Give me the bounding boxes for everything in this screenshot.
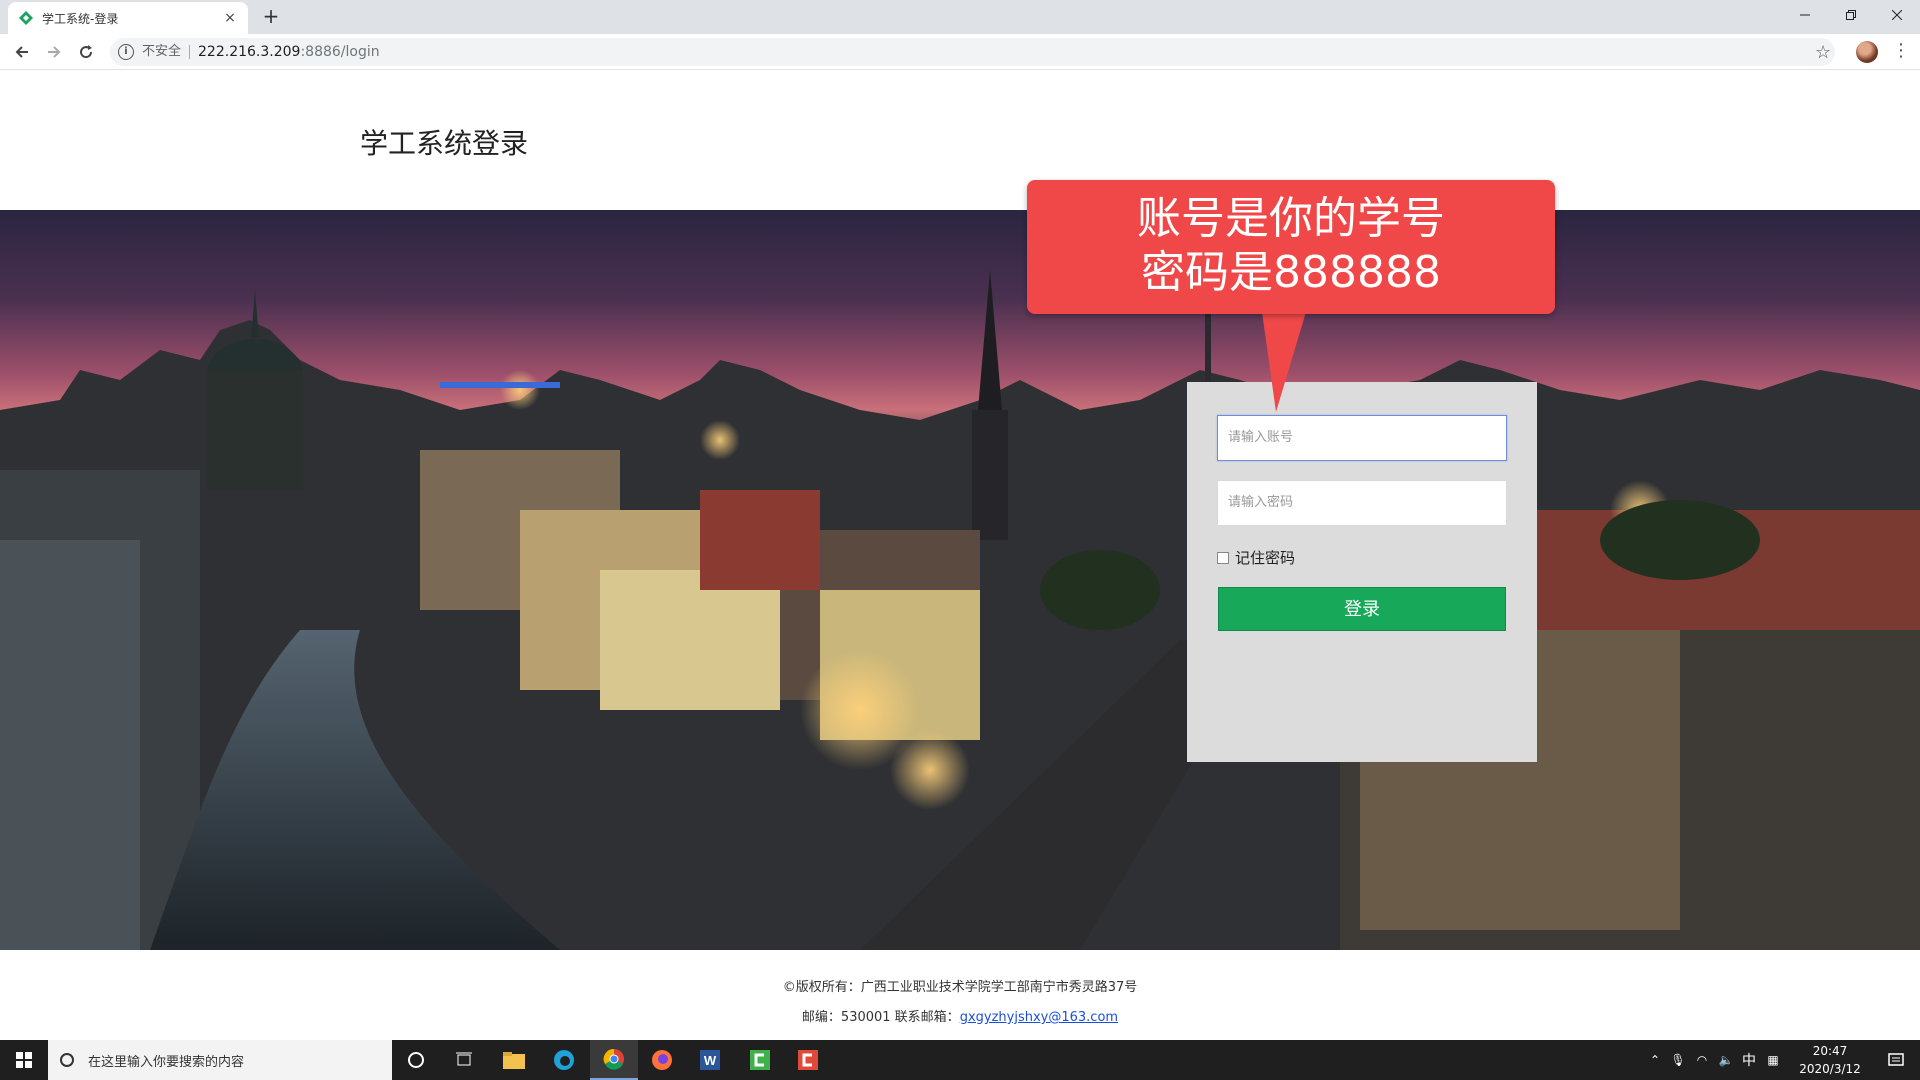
taskbar-chrome[interactable] [590,1040,638,1080]
remember-password-checkbox[interactable] [1217,551,1229,564]
edge-browser-icon [554,1050,574,1070]
callout-bubble: 账号是你的学号 密码是888888 [1027,180,1555,314]
url-host: 222.216.3.209 [198,44,301,60]
windows-logo-icon [16,1052,32,1068]
callout-line-1: 账号是你的学号 [1137,193,1445,244]
address-bar[interactable]: i 不安全 222.216.3.209 :8886/login [110,38,1835,66]
url-path: :8886/login [300,44,380,60]
clock-time: 20:47 [1812,1044,1848,1058]
site-favicon-icon [19,11,33,25]
page-footer: ©版权所有：广西工业职业技术学院学工部南宁市秀灵路37号 邮编：530001 联… [0,950,1920,1040]
word-app-icon: W [700,1050,720,1070]
forward-button[interactable] [42,40,66,64]
callout-line-2: 密码是888888 [1141,247,1441,298]
close-window-button[interactable] [1874,0,1920,30]
volume-icon[interactable]: 🔈 [1714,1053,1738,1067]
camtasia-app-icon [750,1050,770,1070]
cortana-circle-icon [408,1052,424,1068]
remember-password-label: 记住密码 [1235,549,1296,567]
tab-close-icon[interactable]: × [222,10,238,26]
footer-email-link[interactable]: gxgyzhyjshxy@163.com [960,1010,1118,1025]
taskbar-camtasia[interactable] [736,1040,784,1080]
taskbar-clock[interactable]: 20:47 2020/3/12 [1790,1042,1870,1078]
city-skyline-illustration [0,270,1920,950]
login-button[interactable]: 登录 [1218,587,1506,631]
svg-text:W: W [704,1053,717,1068]
action-center-button[interactable] [1872,1040,1920,1080]
reload-button[interactable] [74,40,98,64]
browser-tab-strip: 学工系统-登录 × + [0,0,1920,34]
arrow-right-icon [48,46,61,58]
cortana-button[interactable] [392,1040,440,1080]
microphone-icon[interactable]: 🎙 [1666,1053,1690,1067]
profile-avatar[interactable] [1856,41,1878,63]
info-icon[interactable]: i [118,44,134,60]
browser-toolbar: i 不安全 222.216.3.209 :8886/login ☆ ⋮ [0,34,1920,70]
hero-background-image [0,210,1920,950]
taskbar-recorder[interactable] [784,1040,832,1080]
system-tray: ⌃ 🎙 ◠ 🔈 中 ▦ [1644,1040,1786,1080]
chrome-browser-icon [603,1048,624,1070]
footer-contact-prefix: 邮编：530001 联系邮箱： [801,1010,960,1025]
ime-mode-icon[interactable]: ▦ [1760,1053,1786,1067]
notification-icon [1888,1053,1904,1066]
browser-tab-active[interactable]: 学工系统-登录 × [8,2,248,34]
tray-expand-icon[interactable]: ⌃ [1644,1053,1666,1067]
footer-contact: 邮编：530001 联系邮箱：gxgyzhyjshxy@163.com [0,1006,1920,1025]
page-header: 学工系统登录 [0,70,1920,210]
footer-copyright: ©版权所有：广西工业职业技术学院学工部南宁市秀灵路37号 [782,980,1138,995]
security-label[interactable]: 不安全 [142,45,191,59]
browser-menu-icon[interactable]: ⋮ [1892,40,1910,61]
clock-date: 2020/3/12 [1799,1062,1861,1076]
ime-indicator[interactable]: 中 [1738,1050,1760,1070]
taskbar-firefox[interactable] [638,1040,686,1080]
network-icon[interactable]: ◠ [1690,1053,1714,1067]
close-icon [1892,10,1902,20]
arrow-left-icon [15,46,28,58]
tab-title: 学工系统-登录 [42,11,119,26]
back-button[interactable] [10,40,34,64]
restore-window-button[interactable] [1828,0,1874,30]
new-tab-button[interactable]: + [260,6,282,28]
reload-icon [80,45,93,59]
password-input[interactable]: 请输入密码 [1217,480,1507,526]
search-icon [60,1053,74,1067]
minimize-window-button[interactable] [1782,0,1828,30]
taskbar-search-placeholder: 在这里输入你要搜索的内容 [88,1054,245,1070]
bookmark-star-icon[interactable]: ☆ [1815,42,1831,63]
folder-icon [503,1052,525,1069]
minimize-icon [1800,14,1810,16]
firefox-browser-icon [652,1050,672,1070]
account-input[interactable]: 请输入账号 [1217,415,1507,461]
login-panel: 请输入账号 请输入密码 记住密码 登录 [1187,382,1537,762]
callout-tail [1262,312,1306,412]
page-title: 学工系统登录 [360,127,529,160]
taskbar-word[interactable]: W [686,1040,734,1080]
windows-taskbar: 在这里输入你要搜索的内容 W ⌃ 🎙 ◠ 🔈 中 ▦ 20:47 2020/3/… [0,1040,1920,1080]
task-view-icon [456,1052,472,1066]
restore-icon [1846,10,1856,20]
start-button[interactable] [0,1040,48,1080]
taskbar-file-explorer[interactable] [490,1040,538,1080]
taskbar-edge[interactable] [540,1040,588,1080]
task-view-button[interactable] [440,1040,488,1080]
remember-password[interactable]: 记住密码 [1217,547,1295,568]
taskbar-search-box[interactable]: 在这里输入你要搜索的内容 [48,1040,392,1080]
recorder-app-icon [798,1050,818,1070]
